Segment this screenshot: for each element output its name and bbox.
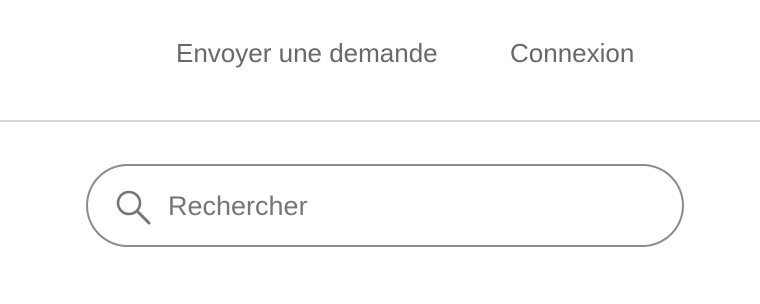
search-icon	[115, 189, 153, 227]
login-link[interactable]: Connexion	[510, 36, 634, 70]
top-navigation: Envoyer une demande Connexion	[0, 0, 760, 122]
search-bar[interactable]	[86, 164, 684, 247]
submit-request-link[interactable]: Envoyer une demande	[176, 36, 438, 70]
search-input[interactable]	[168, 184, 658, 228]
